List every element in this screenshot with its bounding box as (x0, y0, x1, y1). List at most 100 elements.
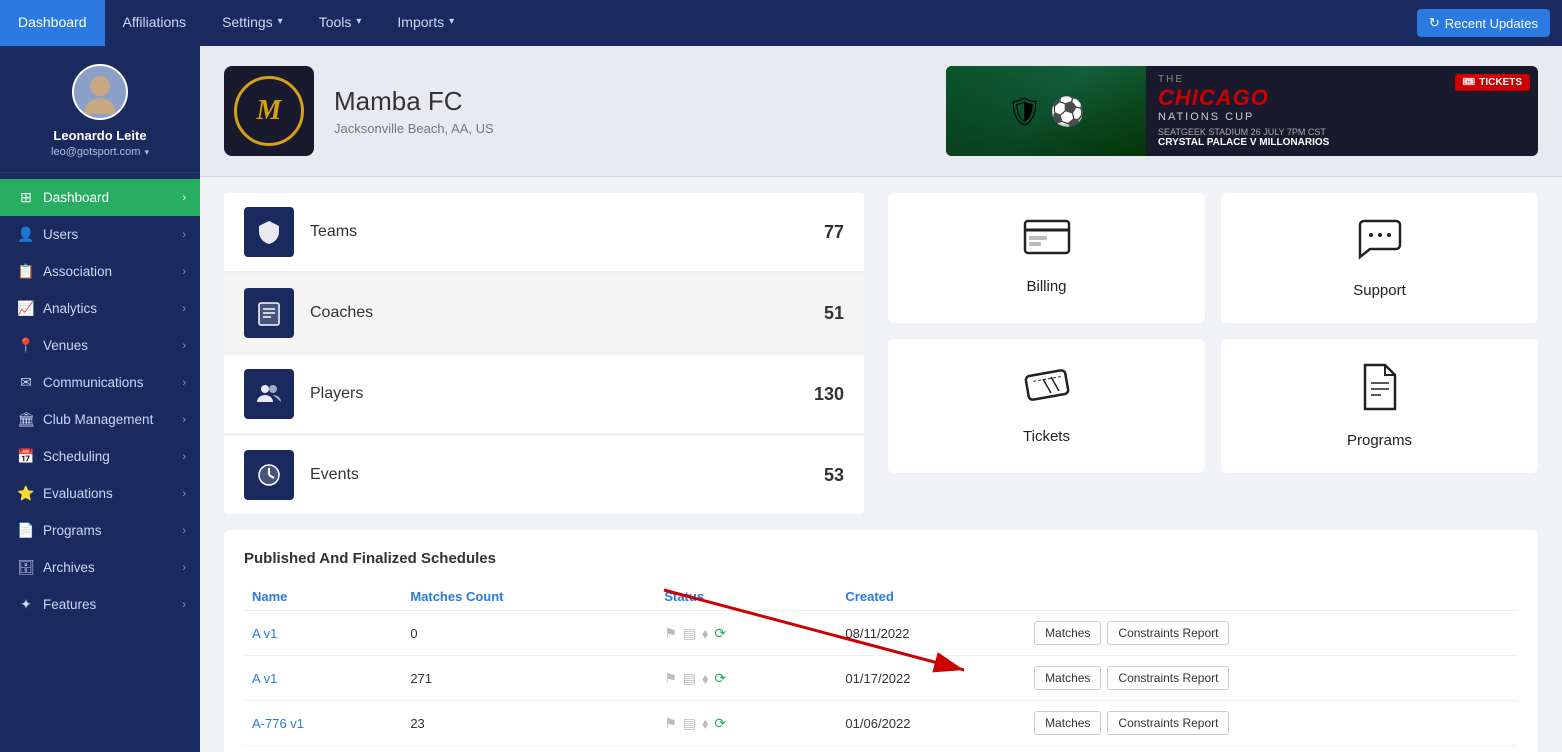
constraints-report-button[interactable]: Constraints Report (1107, 711, 1229, 735)
tools-caret-icon: ▾ (356, 16, 361, 27)
sidebar-item-analytics-label: Analytics (43, 301, 97, 316)
nav-tools[interactable]: Tools ▾ (301, 0, 380, 46)
promo-image: 🛡 ⚽ (946, 66, 1146, 156)
schedule-matches-count-cell: 271 (402, 656, 656, 701)
sidebar-item-archives-label: Archives (43, 560, 95, 575)
association-icon: 📋 (17, 263, 35, 280)
promo-tickets-label: TICKETS (1479, 77, 1522, 88)
scheduling-chevron-icon: › (182, 451, 186, 463)
stat-card-events[interactable]: Events 53 (224, 436, 864, 514)
sidebar-item-club-management-label: Club Management (43, 412, 153, 427)
table-row: A-776 v1 23 ⚑ ▤ ⬧ ⟳ 01/06/2022 Matches C… (244, 701, 1518, 746)
schedule-name-link[interactable]: A v1 (252, 626, 277, 641)
col-actions (1026, 583, 1518, 611)
promo-subtitle: NATIONS CUP (1158, 111, 1526, 123)
features-icon: ✦ (17, 596, 35, 613)
schedule-created-cell: 01/17/2022 (837, 656, 1026, 701)
players-icon-box (244, 369, 294, 419)
tag-icon: ⬧ (702, 670, 708, 687)
venues-icon: 📍 (17, 337, 35, 354)
archives-icon: 🗄 (17, 559, 35, 576)
sidebar-item-scheduling[interactable]: 📅 Scheduling › (0, 438, 200, 475)
quicklink-programs[interactable]: Programs (1221, 339, 1538, 473)
nav-settings[interactable]: Settings ▾ (204, 0, 301, 46)
programs-icon: 📄 (17, 522, 35, 539)
matches-button[interactable]: Matches (1034, 711, 1101, 735)
user-email[interactable]: leo@gotsport.com ▾ (51, 146, 149, 158)
sidebar-item-programs[interactable]: 📄 Programs › (0, 512, 200, 549)
ticket-icon: 🎟 (1463, 77, 1476, 88)
schedule-name-link[interactable]: A v1 (252, 671, 277, 686)
top-navigation: Dashboard Affiliations Settings ▾ Tools … (0, 0, 1562, 46)
user-name: Leonardo Leite (53, 128, 146, 143)
quicklink-billing[interactable]: Billing (888, 193, 1205, 323)
support-label: Support (1353, 282, 1406, 299)
dashboard-icon: ⊞ (17, 189, 35, 206)
schedule-status-cell: ⚑ ▤ ⬧ ⟳ (656, 701, 837, 746)
matches-button[interactable]: Matches (1034, 666, 1101, 690)
billing-icon (1023, 217, 1071, 266)
schedules-section: Published And Finalized Schedules Name M… (224, 530, 1538, 752)
promo-tickets-button[interactable]: 🎟 TICKETS (1455, 74, 1530, 91)
billing-label: Billing (1026, 278, 1066, 295)
sidebar-item-scheduling-label: Scheduling (43, 449, 110, 464)
nav-imports[interactable]: Imports ▾ (379, 0, 472, 46)
schedule-status-cell: ⚑ ▤ ⬧ ⟳ (656, 656, 837, 701)
sidebar-item-club-management[interactable]: 🏛 Club Management › (0, 401, 200, 438)
constraints-report-button[interactable]: Constraints Report (1107, 666, 1229, 690)
nav-settings-label: Settings (222, 14, 273, 30)
schedule-matches-count-cell: 0 (402, 611, 656, 656)
quicklink-support[interactable]: Support (1221, 193, 1538, 323)
sidebar-item-programs-label: Programs (43, 523, 102, 538)
nav-affiliations[interactable]: Affiliations (105, 0, 205, 46)
table-row: A v1 0 ⚑ ▤ ⬧ ⟳ 08/11/2022 Matches Constr… (244, 611, 1518, 656)
tag-icon: ⬧ (702, 625, 708, 642)
promo-banner[interactable]: 🛡 ⚽ THE CHICAGO NATIONS CUP SEATGEEK STA… (946, 66, 1538, 156)
stat-card-players[interactable]: Players 130 (224, 355, 864, 434)
schedule-name-link[interactable]: A-776 v1 (252, 716, 304, 731)
sidebar-item-communications[interactable]: ✉ Communications › (0, 364, 200, 401)
schedules-title: Published And Finalized Schedules (244, 550, 1518, 567)
programs-ql-icon (1359, 363, 1401, 420)
nav-imports-label: Imports (397, 14, 444, 30)
sidebar-item-analytics[interactable]: 📈 Analytics › (0, 290, 200, 327)
scheduling-icon: 📅 (17, 448, 35, 465)
features-chevron-icon: › (182, 599, 186, 611)
stats-section: Teams 77 Coaches 51 (200, 177, 1562, 514)
schedule-name-cell: A v1 (244, 656, 402, 701)
constraints-report-button[interactable]: Constraints Report (1107, 621, 1229, 645)
nav-tools-label: Tools (319, 14, 352, 30)
flag-icon: ⚑ (664, 715, 677, 732)
stat-card-coaches[interactable]: Coaches 51 (224, 274, 864, 353)
sidebar-item-users[interactable]: 👤 Users › (0, 216, 200, 253)
stat-card-teams[interactable]: Teams 77 (224, 193, 864, 272)
quick-links: Billing Support (888, 193, 1538, 514)
avatar (72, 64, 128, 120)
sidebar-item-evaluations[interactable]: ⭐ Evaluations › (0, 475, 200, 512)
sidebar-item-evaluations-label: Evaluations (43, 486, 113, 501)
sidebar-item-venues[interactable]: 📍 Venues › (0, 327, 200, 364)
schedule-status-cell: ⚑ ▤ ⬧ ⟳ (656, 611, 837, 656)
sidebar-item-communications-label: Communications (43, 375, 144, 390)
sidebar-item-association[interactable]: 📋 Association › (0, 253, 200, 290)
doc-icon: ▤ (683, 625, 696, 642)
club-management-icon: 🏛 (17, 411, 35, 428)
col-status: Status (656, 583, 837, 611)
recent-updates-button[interactable]: ↻ Recent Updates (1417, 9, 1550, 37)
sidebar-item-dashboard[interactable]: ⊞ Dashboard › (0, 179, 200, 216)
nav-dashboard[interactable]: Dashboard (0, 0, 105, 46)
sidebar-item-features-label: Features (43, 597, 96, 612)
sidebar-item-archives[interactable]: 🗄 Archives › (0, 549, 200, 586)
schedule-created-cell: 08/11/2022 (837, 611, 1026, 656)
matches-button[interactable]: Matches (1034, 621, 1101, 645)
col-matches-count: Matches Count (402, 583, 656, 611)
analytics-chevron-icon: › (182, 303, 186, 315)
communications-icon: ✉ (17, 374, 35, 391)
teams-label: Teams (310, 223, 808, 241)
quicklink-tickets[interactable]: Tickets (888, 339, 1205, 473)
flag-icon: ⚑ (664, 625, 677, 642)
quick-links-row-1: Billing Support (888, 193, 1538, 323)
club-header: M Mamba FC Jacksonville Beach, AA, US 🛡 … (200, 46, 1562, 177)
sidebar-item-features[interactable]: ✦ Features › (0, 586, 200, 623)
imports-caret-icon: ▾ (449, 16, 454, 27)
